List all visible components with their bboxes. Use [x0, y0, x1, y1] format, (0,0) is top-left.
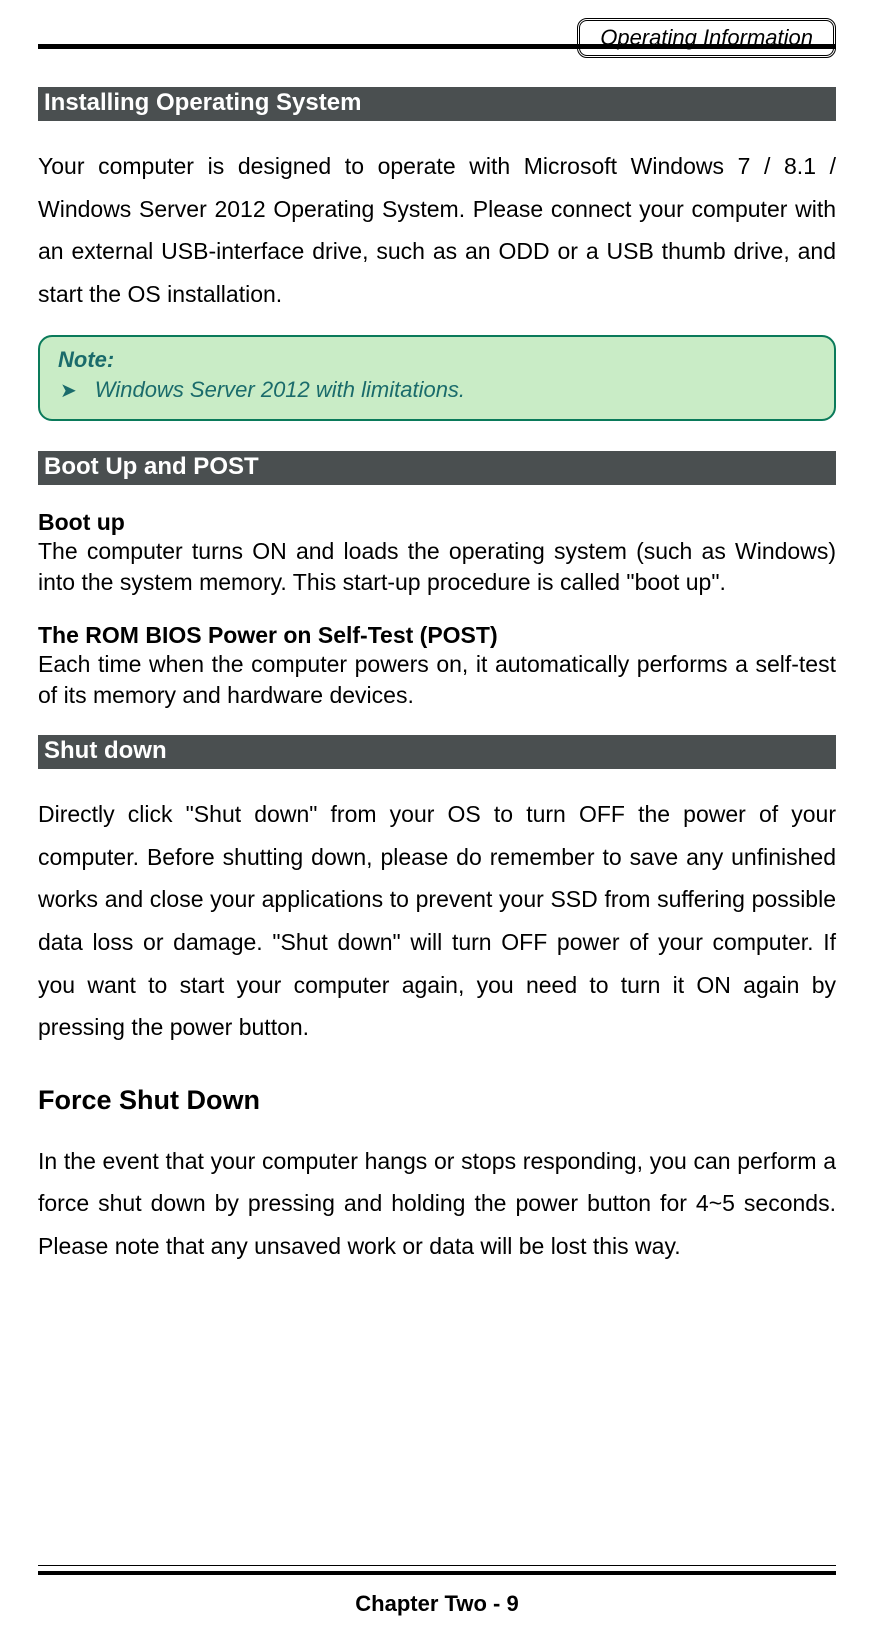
- note-text: Windows Server 2012 with limitations.: [95, 377, 465, 403]
- section-title-shutdown: Shut down: [38, 735, 836, 769]
- header-box: Operating Information: [577, 18, 836, 58]
- bootup-heading: Boot up: [38, 509, 836, 536]
- footer-text: Chapter Two - 9: [0, 1591, 874, 1617]
- header-label: Operating Information: [600, 25, 813, 50]
- force-shutdown-body: In the event that your computer hangs or…: [38, 1140, 836, 1268]
- installing-body: Your computer is designed to operate wit…: [38, 145, 836, 315]
- header-region: Operating Information: [0, 0, 874, 58]
- section-title-installing: Installing Operating System: [38, 87, 836, 121]
- note-line: ➤ Windows Server 2012 with limitations.: [58, 377, 816, 405]
- footer-rule-thin: [38, 1565, 836, 1566]
- triangle-bullet-icon: ➤: [58, 377, 77, 405]
- footer-rules: [0, 1565, 874, 1575]
- bootup-body: The computer turns ON and loads the oper…: [38, 536, 836, 598]
- shutdown-body: Directly click "Shut down" from your OS …: [38, 793, 836, 1048]
- section-title-boot: Boot Up and POST: [38, 451, 836, 485]
- post-heading: The ROM BIOS Power on Self-Test (POST): [38, 622, 836, 649]
- note-title: Note:: [58, 347, 816, 373]
- note-box: Note: ➤ Windows Server 2012 with limitat…: [38, 335, 836, 421]
- page-content: Installing Operating System Your compute…: [0, 69, 874, 1267]
- post-body: Each time when the computer powers on, i…: [38, 649, 836, 711]
- footer-rule-thick: [38, 1571, 836, 1575]
- page-footer: Chapter Two - 9: [0, 1565, 874, 1617]
- force-shutdown-heading: Force Shut Down: [38, 1085, 836, 1116]
